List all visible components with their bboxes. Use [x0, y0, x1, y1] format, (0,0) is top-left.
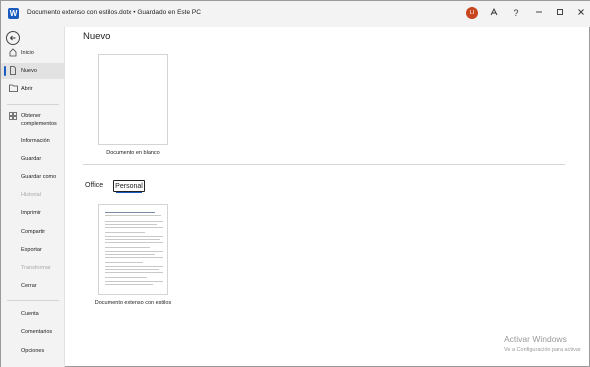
sidebar-item-label: Historial	[21, 192, 41, 198]
sidebar-item-label: Obtener complementos	[21, 113, 57, 127]
sidebar-divider	[7, 300, 59, 301]
title-separator: •	[133, 9, 136, 16]
sidebar-item-label: Transformar	[21, 265, 51, 271]
home-icon	[9, 48, 17, 58]
thumbnail-line	[105, 266, 163, 267]
thumbnail-line	[105, 232, 145, 233]
user-avatar[interactable]: LI	[466, 7, 478, 19]
blank-document-label[interactable]: Documento en blanco	[93, 150, 173, 157]
sidebar-item-compartir[interactable]: Compartir	[1, 224, 65, 240]
sidebar-item-imprimir[interactable]: Imprimir	[1, 205, 65, 221]
sidebar-item-transformar: Transformar	[1, 260, 65, 276]
sidebar-item-label: Opciones	[21, 348, 45, 354]
thumbnail-line	[105, 236, 163, 237]
back-arrow-icon[interactable]	[6, 31, 20, 45]
sidebar-item-guardar-como[interactable]: Guardar como	[1, 169, 65, 185]
sidebar-item-label: Inicio	[21, 50, 34, 56]
help-icon[interactable]: ?	[510, 7, 522, 19]
sidebar-item-label: Guardar	[21, 156, 42, 162]
thumbnail-line	[105, 247, 150, 248]
sidebar-item-label: Cerrar	[21, 283, 37, 289]
sidebar-item-label: Compartir	[21, 229, 46, 235]
sidebar-item-cuenta[interactable]: Cuenta	[1, 306, 65, 322]
blank-document-thumbnail[interactable]	[98, 54, 168, 145]
sidebar-divider	[7, 104, 59, 105]
sidebar-item-label: Información	[21, 138, 50, 144]
thumbnail-line	[105, 215, 161, 216]
sidebar-item-abrir[interactable]: Abrir	[1, 81, 65, 97]
thumbnail-line	[105, 269, 159, 270]
designer-icon[interactable]	[488, 7, 500, 19]
grid-icon	[9, 112, 17, 122]
thumbnail-line	[105, 272, 163, 273]
thumbnail-line	[105, 221, 163, 222]
sidebar-item-label: Abrir	[21, 86, 33, 92]
title-bar: W Documento extenso con estilos.dotx • G…	[1, 1, 590, 27]
sidebar-item-label: Cuenta	[21, 311, 39, 317]
sidebar-item-historial: Historial	[1, 187, 65, 203]
sidebar-item-label: Comentarios	[21, 329, 53, 335]
sidebar-item-obtener-complementos[interactable]: Obtener complementos	[1, 109, 65, 131]
open-folder-icon	[9, 84, 18, 94]
thumbnail-line	[105, 281, 163, 282]
sidebar-item-exportar[interactable]: Exportar	[1, 242, 65, 258]
page-title: Nuevo	[83, 31, 111, 42]
save-status: Guardado en Este PC	[137, 9, 201, 16]
thumbnail-line	[105, 257, 163, 258]
thumbnail-line	[105, 262, 143, 263]
template-label[interactable]: Documento extenso con estilos	[93, 300, 173, 307]
document-name: Documento extenso con estilos.dotx	[27, 9, 132, 16]
thumbnail-line	[105, 284, 153, 285]
sidebar-item-cerrar[interactable]: Cerrar	[1, 278, 65, 294]
word-app-icon: W	[8, 8, 19, 19]
sidebar-item-comentarios[interactable]: Comentarios	[1, 324, 65, 340]
restore-icon[interactable]	[554, 7, 566, 19]
sidebar-item-nuevo[interactable]: Nuevo	[1, 63, 65, 79]
sidebar-item-opciones[interactable]: Opciones	[1, 343, 65, 359]
thumbnail-line	[105, 212, 155, 213]
sidebar-item-label: Guardar como	[21, 174, 57, 180]
sidebar-item-label: Imprimir	[21, 210, 41, 216]
tab-office[interactable]: Office	[85, 180, 103, 192]
close-icon[interactable]	[575, 7, 587, 19]
thumbnail-line	[105, 224, 157, 225]
sidebar-item-guardar[interactable]: Guardar	[1, 151, 65, 167]
thumbnail-line	[105, 251, 163, 252]
thumbnail-line	[105, 277, 147, 278]
thumbnail-line	[105, 239, 160, 240]
thumbnail-line	[105, 227, 163, 228]
tab-personal[interactable]: Personal	[113, 180, 145, 193]
thumbnail-line	[105, 242, 163, 243]
section-divider	[83, 164, 565, 165]
document-title: Documento extenso con estilos.dotx • Gua…	[27, 9, 201, 16]
sidebar-item-label: Exportar	[21, 247, 42, 253]
activation-watermark-subtitle: Ve a Configuración para activar	[504, 347, 581, 353]
sidebar-item-inicio[interactable]: Inicio	[1, 45, 65, 61]
thumbnail-line	[105, 254, 155, 255]
sidebar-item-informacion[interactable]: Información	[1, 133, 65, 149]
minimize-icon[interactable]	[533, 7, 545, 19]
activation-watermark-title: Activar Windows	[504, 334, 567, 344]
new-document-icon	[9, 66, 17, 76]
backstage-sidebar: Inicio Nuevo Abrir Obtener complementos …	[1, 27, 65, 367]
sidebar-item-label: Nuevo	[21, 68, 37, 74]
template-thumbnail[interactable]	[98, 204, 168, 295]
